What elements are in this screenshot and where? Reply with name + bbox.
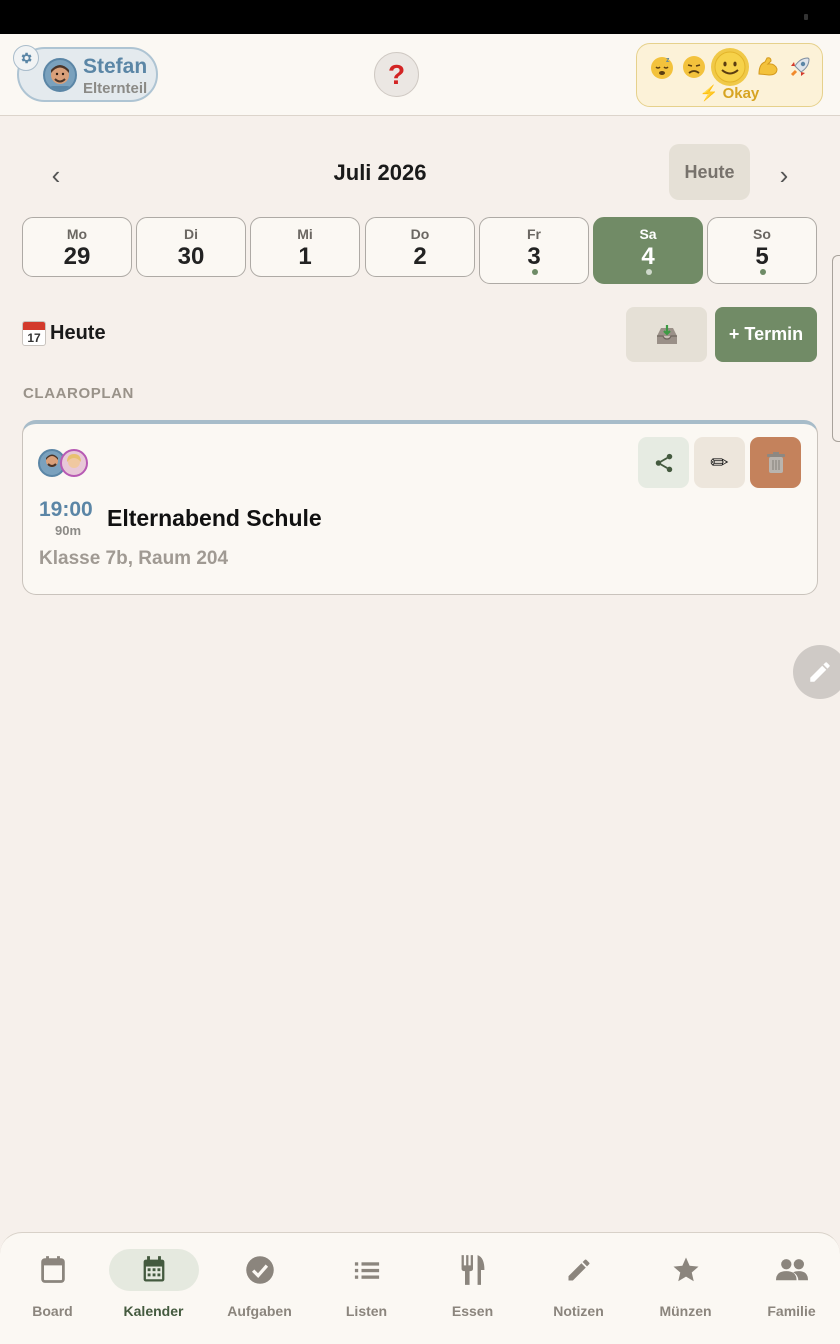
nav-essen[interactable]: Essen [420, 1233, 525, 1344]
event-card[interactable]: ✏ 19:00 90m Elternabend Schule Klasse 7b… [22, 420, 818, 595]
import-button[interactable] [626, 307, 707, 362]
day-mi[interactable]: Mi 1 [250, 217, 360, 277]
smiling-face-icon[interactable] [711, 48, 749, 86]
delete-button[interactable] [750, 437, 801, 488]
pencil-icon [810, 662, 830, 682]
help-button[interactable]: ? [374, 52, 419, 97]
day-number: 2 [413, 243, 427, 270]
nav-label: Aufgaben [227, 1303, 292, 1319]
day-number: 3 [527, 243, 541, 270]
list-icon [354, 1262, 379, 1279]
mood-label: ⚡ Okay [699, 85, 760, 102]
bottom-navigation: Board Kalender Aufgaben Listen Essen Not… [0, 1232, 840, 1344]
share-icon [655, 453, 672, 472]
today-button[interactable]: Heute [669, 144, 750, 200]
day-name: Fr [527, 226, 541, 242]
nav-listen[interactable]: Listen [314, 1233, 419, 1344]
nav-label: Kalender [123, 1303, 184, 1319]
avatar [43, 58, 77, 92]
profile-role: Elternteil [83, 80, 148, 97]
nav-label: Essen [451, 1303, 494, 1319]
nav-muenzen[interactable]: Münzen [633, 1233, 738, 1344]
day-so[interactable]: So 5 [707, 217, 817, 284]
calendar-outline-icon [40, 1256, 65, 1283]
nav-kalender[interactable]: Kalender [101, 1233, 206, 1344]
top-bar: Stefan Elternteil ? z ⚡ Okay [0, 34, 840, 116]
edit-button[interactable]: ✏ [694, 437, 745, 488]
mood-picker: z ⚡ Okay [636, 43, 823, 107]
add-appointment-button[interactable]: + Termin [715, 307, 817, 362]
calendar-icon: 17 [22, 321, 46, 346]
day-number: 1 [298, 243, 312, 270]
next-week-button[interactable]: › [772, 160, 796, 191]
section-header: 17 Heute [22, 321, 106, 346]
event-duration: 90m [55, 523, 82, 538]
sad-face-icon[interactable] [681, 54, 707, 80]
check-circle-icon [245, 1256, 274, 1284]
flexed-biceps-icon[interactable] [755, 54, 781, 80]
nav-label: Familie [767, 1303, 816, 1319]
event-location: Klasse 7b, Raum 204 [39, 548, 229, 569]
day-name: So [753, 226, 771, 242]
day-di[interactable]: Di 30 [136, 217, 246, 277]
status-icon [804, 14, 808, 20]
profile-name: Stefan [83, 55, 148, 78]
day-do[interactable]: Do 2 [365, 217, 475, 277]
day-sa[interactable]: Sa 4 [593, 217, 703, 284]
day-number: 4 [641, 243, 655, 270]
nav-notizen[interactable]: Notizen [526, 1233, 631, 1344]
pencil-icon [568, 1259, 589, 1281]
sleepy-face-icon[interactable]: z [649, 54, 675, 80]
event-indicator [646, 269, 652, 275]
day-fr[interactable]: Fr 3 [479, 217, 589, 284]
nav-label: Board [32, 1303, 73, 1319]
day-number: 30 [177, 243, 205, 270]
star-icon [673, 1257, 698, 1282]
event-indicator [760, 269, 766, 275]
day-name: Di [184, 226, 198, 242]
section-title: Heute [50, 322, 106, 344]
event-title: Elternabend Schule [107, 505, 322, 531]
calendar-grid-icon [143, 1256, 164, 1282]
fork-knife-icon [461, 1255, 484, 1285]
day-number: 5 [755, 243, 769, 270]
month-title: Juli 2026 [333, 160, 427, 185]
people-icon [775, 1259, 808, 1281]
rocket-icon[interactable] [787, 54, 813, 80]
day-name: Mi [297, 226, 313, 242]
day-mo[interactable]: Mo 29 [22, 217, 132, 277]
event-time: 19:00 [39, 498, 93, 521]
floating-edit-button[interactable] [793, 645, 840, 699]
status-bar [0, 0, 840, 34]
day-name: Do [410, 226, 430, 242]
drawer-handle[interactable] [832, 255, 840, 442]
inbox-tray-icon [656, 324, 677, 344]
participants [38, 449, 94, 479]
avatar [60, 449, 88, 477]
pencil-icon: ✏ [710, 449, 729, 475]
nav-familie[interactable]: Familie [739, 1233, 840, 1344]
event-indicator [532, 269, 538, 275]
svg-text:z: z [666, 57, 670, 64]
previous-week-button[interactable]: ‹ [44, 160, 68, 191]
group-label: CLAAROPLAN [23, 385, 134, 402]
nav-label: Notizen [553, 1303, 604, 1319]
day-name: Mo [66, 226, 88, 242]
nav-aufgaben[interactable]: Aufgaben [207, 1233, 312, 1344]
nav-board[interactable]: Board [0, 1233, 105, 1344]
trash-icon [766, 451, 785, 473]
nav-label: Münzen [659, 1303, 712, 1319]
day-number: 29 [63, 243, 91, 270]
gear-icon[interactable] [13, 45, 39, 71]
day-name: Sa [639, 226, 657, 242]
share-button[interactable] [638, 437, 689, 488]
nav-label: Listen [345, 1303, 388, 1319]
